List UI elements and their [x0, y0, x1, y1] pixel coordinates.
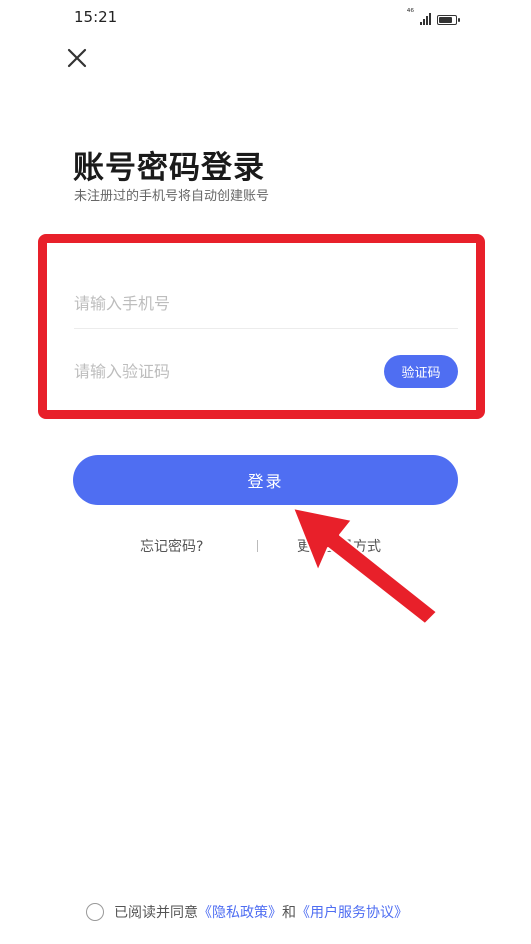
login-button[interactable]: 登录	[73, 455, 458, 505]
network-type-label: ⁴⁶	[406, 8, 414, 18]
status-time: 15:21	[74, 8, 118, 26]
page-subtitle: 未注册过的手机号将自动创建账号	[74, 189, 270, 204]
page-title: 账号密码登录	[73, 150, 265, 186]
battery-icon	[437, 15, 460, 25]
user-agreement-link[interactable]: 《用户服务协议》	[296, 902, 408, 922]
agree-radio[interactable]	[86, 903, 104, 921]
battery-level	[439, 17, 452, 23]
links-divider	[257, 540, 258, 552]
annotation-highlight-box	[38, 234, 485, 419]
privacy-policy-link[interactable]: 《隐私政策》	[198, 902, 282, 922]
forgot-password-link[interactable]: 忘记密码?	[140, 536, 203, 556]
status-bar: 15:21 ⁴⁶	[0, 0, 531, 36]
more-login-methods-link[interactable]: 更多登录方式	[297, 536, 381, 556]
agreement-row: 已阅读并同意 《隐私政策》 和 《用户服务协议》	[86, 900, 408, 924]
close-icon	[67, 48, 87, 68]
agreement-conjunction: 和	[282, 905, 296, 921]
signal-icon	[420, 13, 431, 25]
status-icons: ⁴⁶	[406, 8, 460, 25]
secondary-links: 忘记密码? 更多登录方式	[0, 536, 531, 558]
agreement-prefix: 已阅读并同意	[114, 905, 198, 921]
close-button[interactable]	[66, 47, 88, 69]
